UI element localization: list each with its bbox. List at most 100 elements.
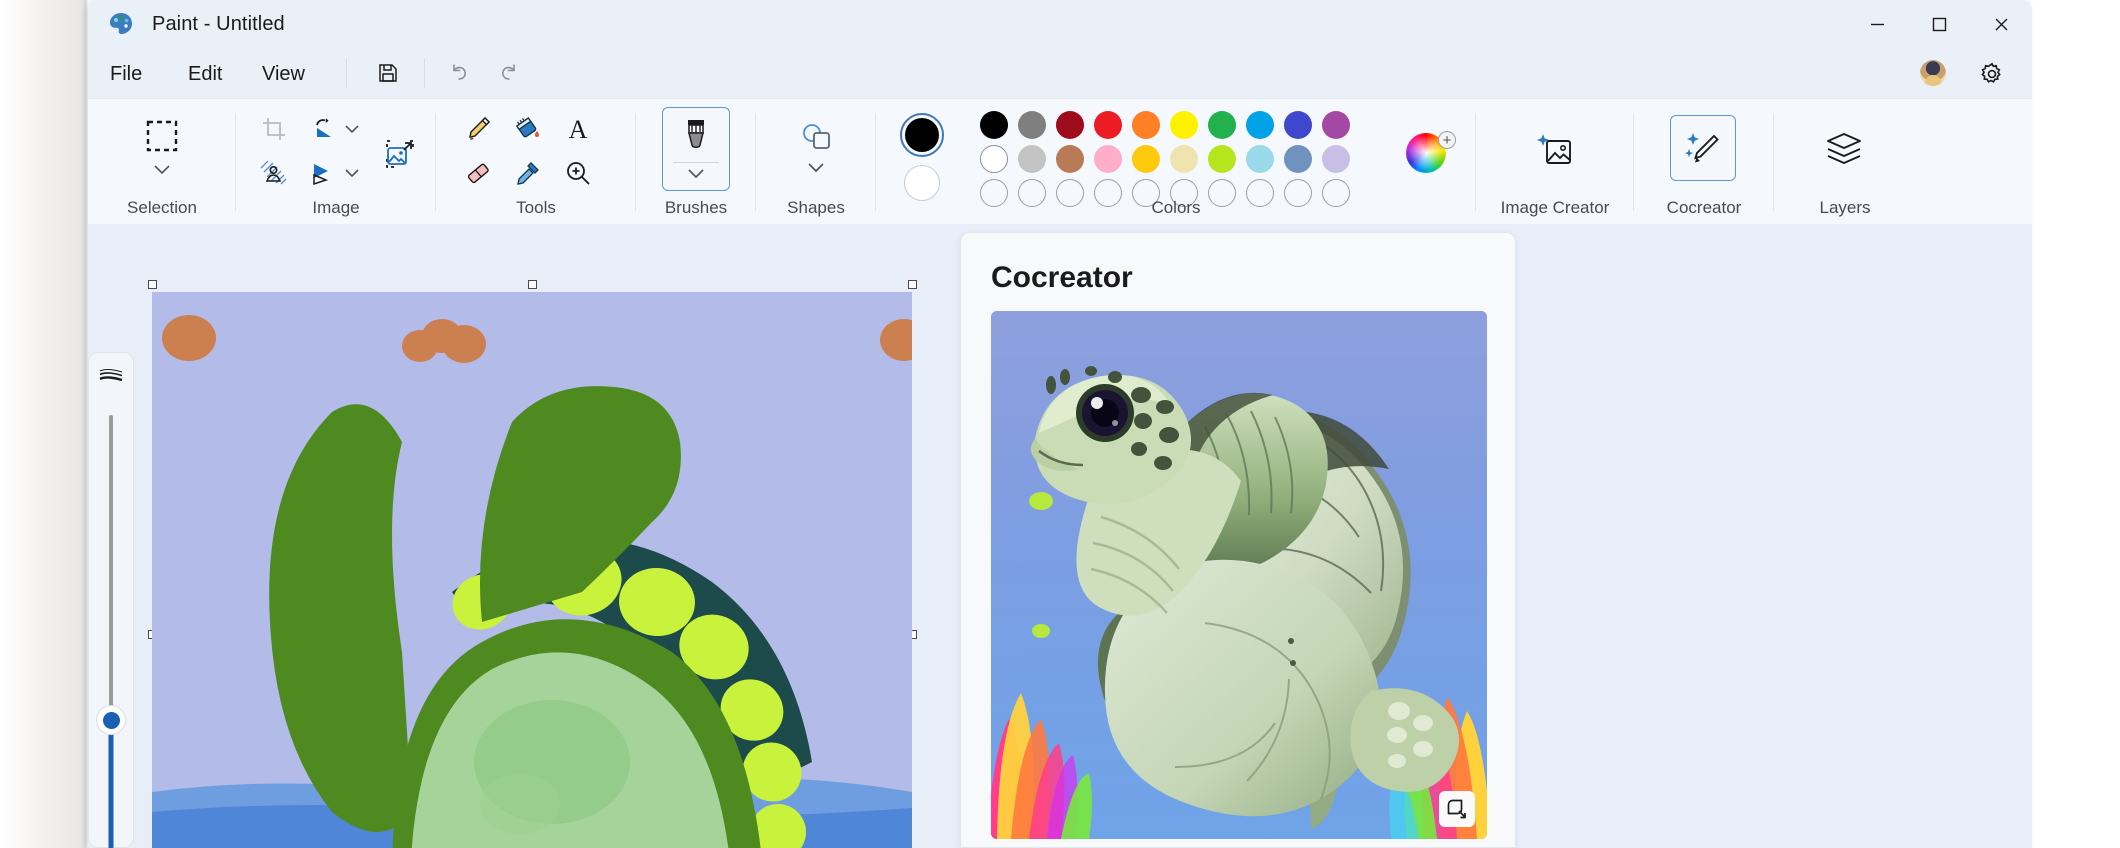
color-swatch-r2-4[interactable] [1132, 145, 1160, 173]
window-controls [1846, 0, 2032, 48]
cocreator-panel-title: Cocreator [991, 261, 1133, 294]
expand-image-icon[interactable] [1439, 791, 1475, 827]
shapes-button[interactable] [780, 111, 852, 187]
canvas-area[interactable] [148, 280, 917, 848]
ribbon-group-image: Image [236, 99, 436, 225]
color-swatch-r2-5[interactable] [1170, 145, 1198, 173]
color-swatch-r1-7[interactable] [1246, 111, 1274, 139]
ribbon-group-selection: Selection [88, 99, 236, 225]
color-swatch-r2-8[interactable] [1284, 145, 1312, 173]
group-label-tools: Tools [516, 198, 556, 217]
color-swatch-r2-2[interactable] [1056, 145, 1084, 173]
group-label-image: Image [312, 198, 360, 217]
cocreator-button[interactable] [1670, 115, 1736, 181]
text-a-icon[interactable]: A [556, 109, 600, 149]
menu-bar: File Edit View [88, 48, 2032, 98]
magnifier-icon[interactable] [556, 153, 600, 193]
brushes-button[interactable] [662, 107, 730, 191]
cocreator-generated-image[interactable] [991, 311, 1487, 839]
paint-app-window: Paint - Untitled File Edit View Selectio… [88, 0, 2032, 848]
screen: Paint - Untitled File Edit View Selectio… [0, 0, 2120, 848]
close-icon[interactable] [1970, 0, 2032, 48]
window-title: Paint - Untitled [152, 13, 285, 35]
selection-handle-tr[interactable] [908, 280, 917, 289]
eraser-icon[interactable] [456, 153, 500, 193]
resize-image-icon[interactable] [376, 131, 424, 177]
primary-color-swatch[interactable] [900, 113, 944, 157]
color-swatch-r2-1[interactable] [1018, 145, 1046, 173]
color-swatch-r2-7[interactable] [1246, 145, 1274, 173]
ribbon-group-brushes: Brushes [636, 99, 756, 225]
drawing-canvas[interactable] [152, 292, 912, 848]
menu-divider-2 [424, 58, 425, 88]
menu-divider-1 [346, 58, 347, 88]
selection-handle-tl[interactable] [148, 280, 157, 289]
redo-icon[interactable] [486, 54, 530, 92]
menu-view[interactable]: View [252, 58, 315, 90]
save-icon[interactable] [366, 54, 410, 92]
crop-icon[interactable] [252, 109, 296, 149]
brush-size-slider[interactable] [88, 352, 134, 848]
chevron-down-icon[interactable] [153, 162, 171, 180]
menu-edit[interactable]: Edit [178, 58, 232, 90]
remove-background-icon[interactable] [252, 153, 296, 193]
group-label-layers: Layers [1819, 198, 1871, 217]
color-swatch-r2-3[interactable] [1094, 145, 1122, 173]
color-swatch-r1-0[interactable] [980, 111, 1008, 139]
selection-handle-tc[interactable] [528, 280, 537, 289]
slider-fill [108, 731, 114, 848]
color-wheel-icon[interactable]: + [1406, 131, 1456, 181]
undo-icon[interactable] [438, 54, 482, 92]
maximize-icon[interactable] [1908, 0, 1970, 48]
rotate-chevron-icon[interactable] [340, 109, 364, 149]
group-label-shapes: Shapes [787, 198, 845, 217]
color-swatch-r1-2[interactable] [1056, 111, 1084, 139]
ribbon-group-tools: A Tools [436, 99, 636, 225]
slider-track[interactable] [109, 415, 113, 715]
ribbon-group-cocreator: Cocreator [1634, 99, 1774, 225]
color-swatch-r1-6[interactable] [1208, 111, 1236, 139]
cocreator-panel: Cocreator [960, 232, 1516, 848]
ribbon-toolbar: Selection Image A Tools Brushes Shapes +… [88, 98, 2032, 224]
group-label-selection: Selection [127, 198, 197, 217]
chevron-down-icon[interactable] [807, 160, 825, 178]
color-swatch-r1-1[interactable] [1018, 111, 1046, 139]
pencil-icon[interactable] [456, 109, 500, 149]
ribbon-group-layers: Layers [1774, 99, 1916, 225]
color-swatch-r1-9[interactable] [1322, 111, 1350, 139]
color-swatch-r1-4[interactable] [1132, 111, 1160, 139]
color-swatch-r1-8[interactable] [1284, 111, 1312, 139]
slider-thumb[interactable] [96, 705, 126, 735]
flip-chevron-icon[interactable] [340, 153, 364, 193]
current-colors [900, 107, 960, 207]
ribbon-group-image-creator: Image Creator [1476, 99, 1634, 225]
color-swatch-r2-9[interactable] [1322, 145, 1350, 173]
paint-palette-icon [106, 9, 136, 39]
eyedropper-icon[interactable] [506, 153, 550, 193]
title-bar: Paint - Untitled [88, 0, 2032, 48]
menu-file[interactable]: File [100, 58, 152, 90]
color-swatch-r2-0[interactable] [980, 145, 1008, 173]
account-avatar[interactable] [1920, 60, 1946, 86]
secondary-color-swatch[interactable] [904, 165, 940, 201]
selection-tool-button[interactable] [110, 111, 214, 185]
svg-text:A: A [569, 115, 588, 144]
group-label-brushes: Brushes [664, 198, 728, 217]
brush-stroke-icon [98, 367, 124, 390]
group-label-colors: Colors [1151, 198, 1201, 217]
ribbon-group-shapes: Shapes [756, 99, 876, 225]
ribbon-group-colors: + Colors [876, 99, 1476, 225]
paint-bucket-icon[interactable] [506, 109, 550, 149]
gear-icon[interactable] [1972, 55, 2012, 93]
minimize-icon[interactable] [1846, 0, 1908, 48]
color-palette [980, 111, 1380, 211]
group-label-cocreator: Cocreator [1666, 198, 1742, 217]
workspace: Cocreator [88, 224, 2032, 848]
color-swatch-r2-6[interactable] [1208, 145, 1236, 173]
color-swatch-r1-5[interactable] [1170, 111, 1198, 139]
image-creator-button[interactable] [1523, 119, 1587, 179]
color-swatch-r1-3[interactable] [1094, 111, 1122, 139]
layers-button[interactable] [1812, 119, 1876, 179]
group-label-image-creator: Image Creator [1500, 198, 1610, 217]
chevron-down-icon[interactable] [687, 166, 705, 184]
